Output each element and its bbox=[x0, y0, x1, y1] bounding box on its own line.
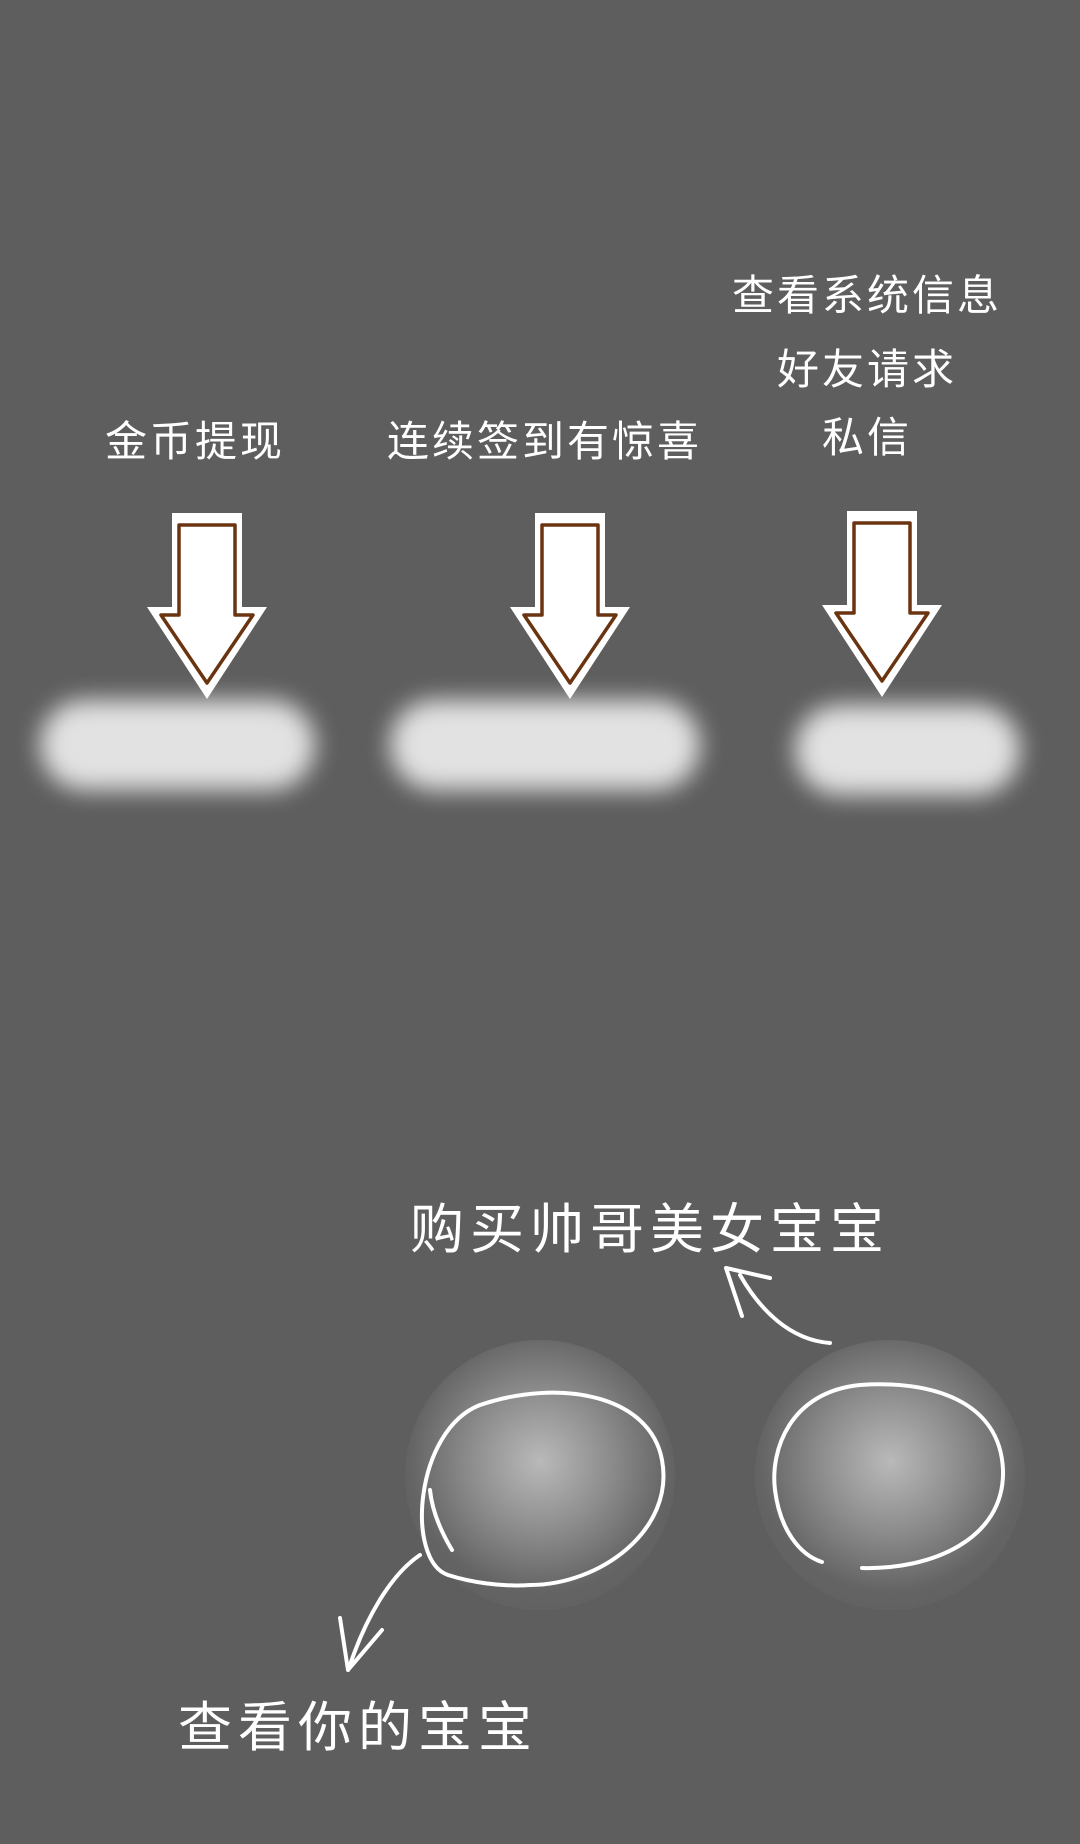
curved-arrow-icon bbox=[738, 1273, 832, 1345]
withdraw-coins-label: 金币提现 bbox=[105, 417, 286, 466]
private-message-label: 私信 bbox=[821, 413, 913, 462]
messages-highlight[interactable] bbox=[795, 705, 1020, 795]
curved-arrow-icon bbox=[348, 1553, 422, 1667]
buy-babies-label: 购买帅哥美女宝宝 bbox=[410, 1198, 890, 1261]
system-info-label: 查看系统信息 bbox=[731, 271, 1003, 320]
view-babies-label: 查看你的宝宝 bbox=[178, 1696, 538, 1759]
sign-in-surprise-label: 连续签到有惊喜 bbox=[387, 417, 703, 466]
my-babies-button-glow[interactable] bbox=[405, 1340, 675, 1610]
buy-babies-button-glow[interactable] bbox=[755, 1340, 1025, 1610]
down-arrow-icon bbox=[822, 511, 942, 697]
sign-in-highlight[interactable] bbox=[390, 700, 700, 790]
withdraw-highlight[interactable] bbox=[40, 700, 315, 790]
down-arrow-icon bbox=[147, 513, 267, 699]
down-arrow-icon bbox=[510, 513, 630, 699]
friend-request-label: 好友请求 bbox=[776, 345, 958, 394]
